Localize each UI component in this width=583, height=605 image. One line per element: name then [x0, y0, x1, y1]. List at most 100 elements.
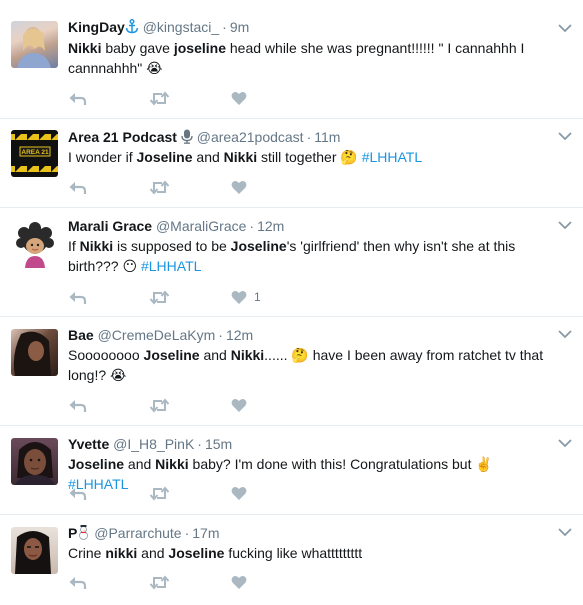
reply-button[interactable] — [68, 484, 87, 502]
chevron-down-icon[interactable] — [557, 328, 573, 340]
reply-button[interactable] — [68, 288, 87, 306]
tweet[interactable]: KingDay @kingstaci_ · 9m Nikki baby gave j… — [0, 0, 583, 119]
display-name[interactable]: Marali Grace — [68, 218, 152, 234]
username[interactable]: @CremeDeLaKym — [98, 327, 216, 343]
reply-button[interactable] — [68, 573, 87, 591]
retweet-button[interactable] — [149, 89, 170, 107]
tweet[interactable]: Marali Grace @MaraliGrace · 12m If Nikki i… — [0, 208, 583, 317]
avatar[interactable] — [11, 527, 58, 574]
retweet-button[interactable] — [149, 484, 170, 502]
username[interactable]: @area21podcast — [197, 129, 304, 145]
chevron-down-icon[interactable] — [557, 437, 573, 449]
timestamp[interactable]: 12m — [257, 218, 284, 234]
tweet-header: Yvette @I_H8_PinK · 15m — [68, 436, 233, 452]
tweet[interactable]: Bae @CremeDeLaKym · 12m Soooooooo Joseline… — [0, 317, 583, 426]
like-button[interactable]: 1 — [231, 288, 261, 306]
username[interactable]: @I_H8_PinK — [113, 436, 194, 452]
tweet-header: KingDay @kingstaci_ · 9m — [68, 18, 249, 38]
avatar-image — [15, 531, 51, 574]
avatar-image — [13, 331, 51, 376]
chevron-down-icon[interactable] — [557, 22, 573, 34]
emoji-icon: 🤔 — [291, 347, 309, 363]
tweet-header: Bae @CremeDeLaKym · 12m — [68, 327, 254, 343]
timestamp[interactable]: 9m — [230, 19, 249, 35]
tweet-text: I wonder if Joseline and Nikki still tog… — [68, 149, 423, 165]
anchor-icon — [125, 19, 139, 38]
emoji-icon: 🤔 — [340, 149, 358, 165]
display-name[interactable]: Area 21 Podcast — [68, 129, 177, 145]
avatar-image: AREA 21 — [11, 134, 58, 172]
avatar[interactable] — [11, 221, 58, 268]
retweet-icon — [149, 574, 170, 590]
like-button[interactable] — [231, 573, 254, 591]
like-button[interactable] — [231, 178, 254, 196]
heart-icon — [231, 486, 247, 500]
display-name[interactable]: KingDay — [68, 19, 125, 35]
microphone-icon — [181, 129, 193, 148]
like-button[interactable] — [231, 89, 254, 107]
reply-icon — [69, 488, 87, 500]
emoji-icon: ✌️ — [475, 456, 493, 472]
reply-icon — [69, 93, 87, 105]
display-name[interactable]: P — [68, 525, 77, 541]
avatar[interactable]: AREA 21 — [11, 130, 58, 177]
heart-icon — [231, 91, 247, 105]
avatar-image — [16, 222, 54, 268]
retweet-icon — [149, 397, 170, 413]
emoji-icon: 😶 — [122, 258, 138, 274]
retweet-button[interactable] — [149, 573, 170, 591]
username[interactable]: @MaraliGrace — [156, 218, 246, 234]
timestamp[interactable]: 17m — [192, 525, 219, 541]
keyword-highlight: Joseline — [136, 149, 193, 165]
timeline: KingDay @kingstaci_ · 9m Nikki baby gave j… — [0, 0, 583, 605]
chevron-down-icon[interactable] — [557, 130, 573, 142]
heart-icon — [231, 180, 247, 194]
keyword-highlight: nikki — [105, 545, 138, 561]
reply-button[interactable] — [68, 396, 87, 414]
like-button[interactable] — [231, 396, 254, 414]
retweet-button[interactable] — [149, 396, 170, 414]
tweet-text: Soooooooo Joseline and Nikki...... 🤔 hav… — [68, 347, 544, 383]
username[interactable]: @Parrarchute — [94, 525, 181, 541]
timestamp[interactable]: 15m — [205, 436, 232, 452]
retweet-icon — [149, 485, 170, 501]
avatar[interactable] — [11, 438, 58, 485]
chevron-down-icon[interactable] — [557, 219, 573, 231]
tweet[interactable]: P @Parrarchute · 17m Crine nikki and Josel… — [0, 515, 583, 605]
timestamp[interactable]: 12m — [226, 327, 253, 343]
tweet[interactable]: AREA 21 Area 21 Podcast @area21podcast · 1… — [0, 119, 583, 208]
reply-icon — [69, 292, 87, 304]
display-name[interactable]: Bae — [68, 327, 94, 343]
avatar[interactable] — [11, 329, 58, 376]
tweet-text: Joseline and Nikki baby? I'm done with t… — [68, 456, 493, 492]
chevron-down-icon[interactable] — [557, 526, 573, 538]
hashtag-link[interactable]: #LHHATL — [362, 149, 422, 165]
avatar[interactable] — [11, 21, 58, 68]
tweet[interactable]: Yvette @I_H8_PinK · 15m Joseline and Nikki… — [0, 426, 583, 515]
timestamp[interactable]: 11m — [314, 129, 340, 145]
keyword-highlight: Joseline — [143, 347, 200, 363]
keyword-highlight: Nikki — [230, 347, 265, 363]
like-button[interactable] — [231, 484, 254, 502]
display-name[interactable]: Yvette — [68, 436, 109, 452]
tweet-text: Nikki baby gave joseline head while she … — [68, 40, 525, 76]
retweet-icon — [149, 90, 170, 106]
keyword-highlight: Joseline — [230, 238, 287, 254]
tweet-text: If Nikki is supposed to be Joseline's 'g… — [68, 238, 516, 274]
heart-icon — [231, 290, 247, 304]
reply-icon — [69, 400, 87, 412]
keyword-highlight: Joseline — [168, 545, 225, 561]
hashtag-link[interactable]: #LHHATL — [141, 258, 201, 274]
retweet-button[interactable] — [149, 288, 170, 306]
keyword-highlight: joseline — [173, 40, 226, 56]
reply-icon — [69, 182, 87, 194]
reply-icon — [69, 577, 87, 589]
username[interactable]: @kingstaci_ — [143, 19, 219, 35]
reply-button[interactable] — [68, 178, 87, 196]
retweet-button[interactable] — [149, 178, 170, 196]
keyword-highlight: Joseline — [68, 456, 125, 472]
reply-button[interactable] — [68, 89, 87, 107]
avatar-image — [17, 27, 51, 68]
keyword-highlight: Nikki — [79, 238, 114, 254]
tweet-header: Marali Grace @MaraliGrace · 12m — [68, 218, 285, 234]
